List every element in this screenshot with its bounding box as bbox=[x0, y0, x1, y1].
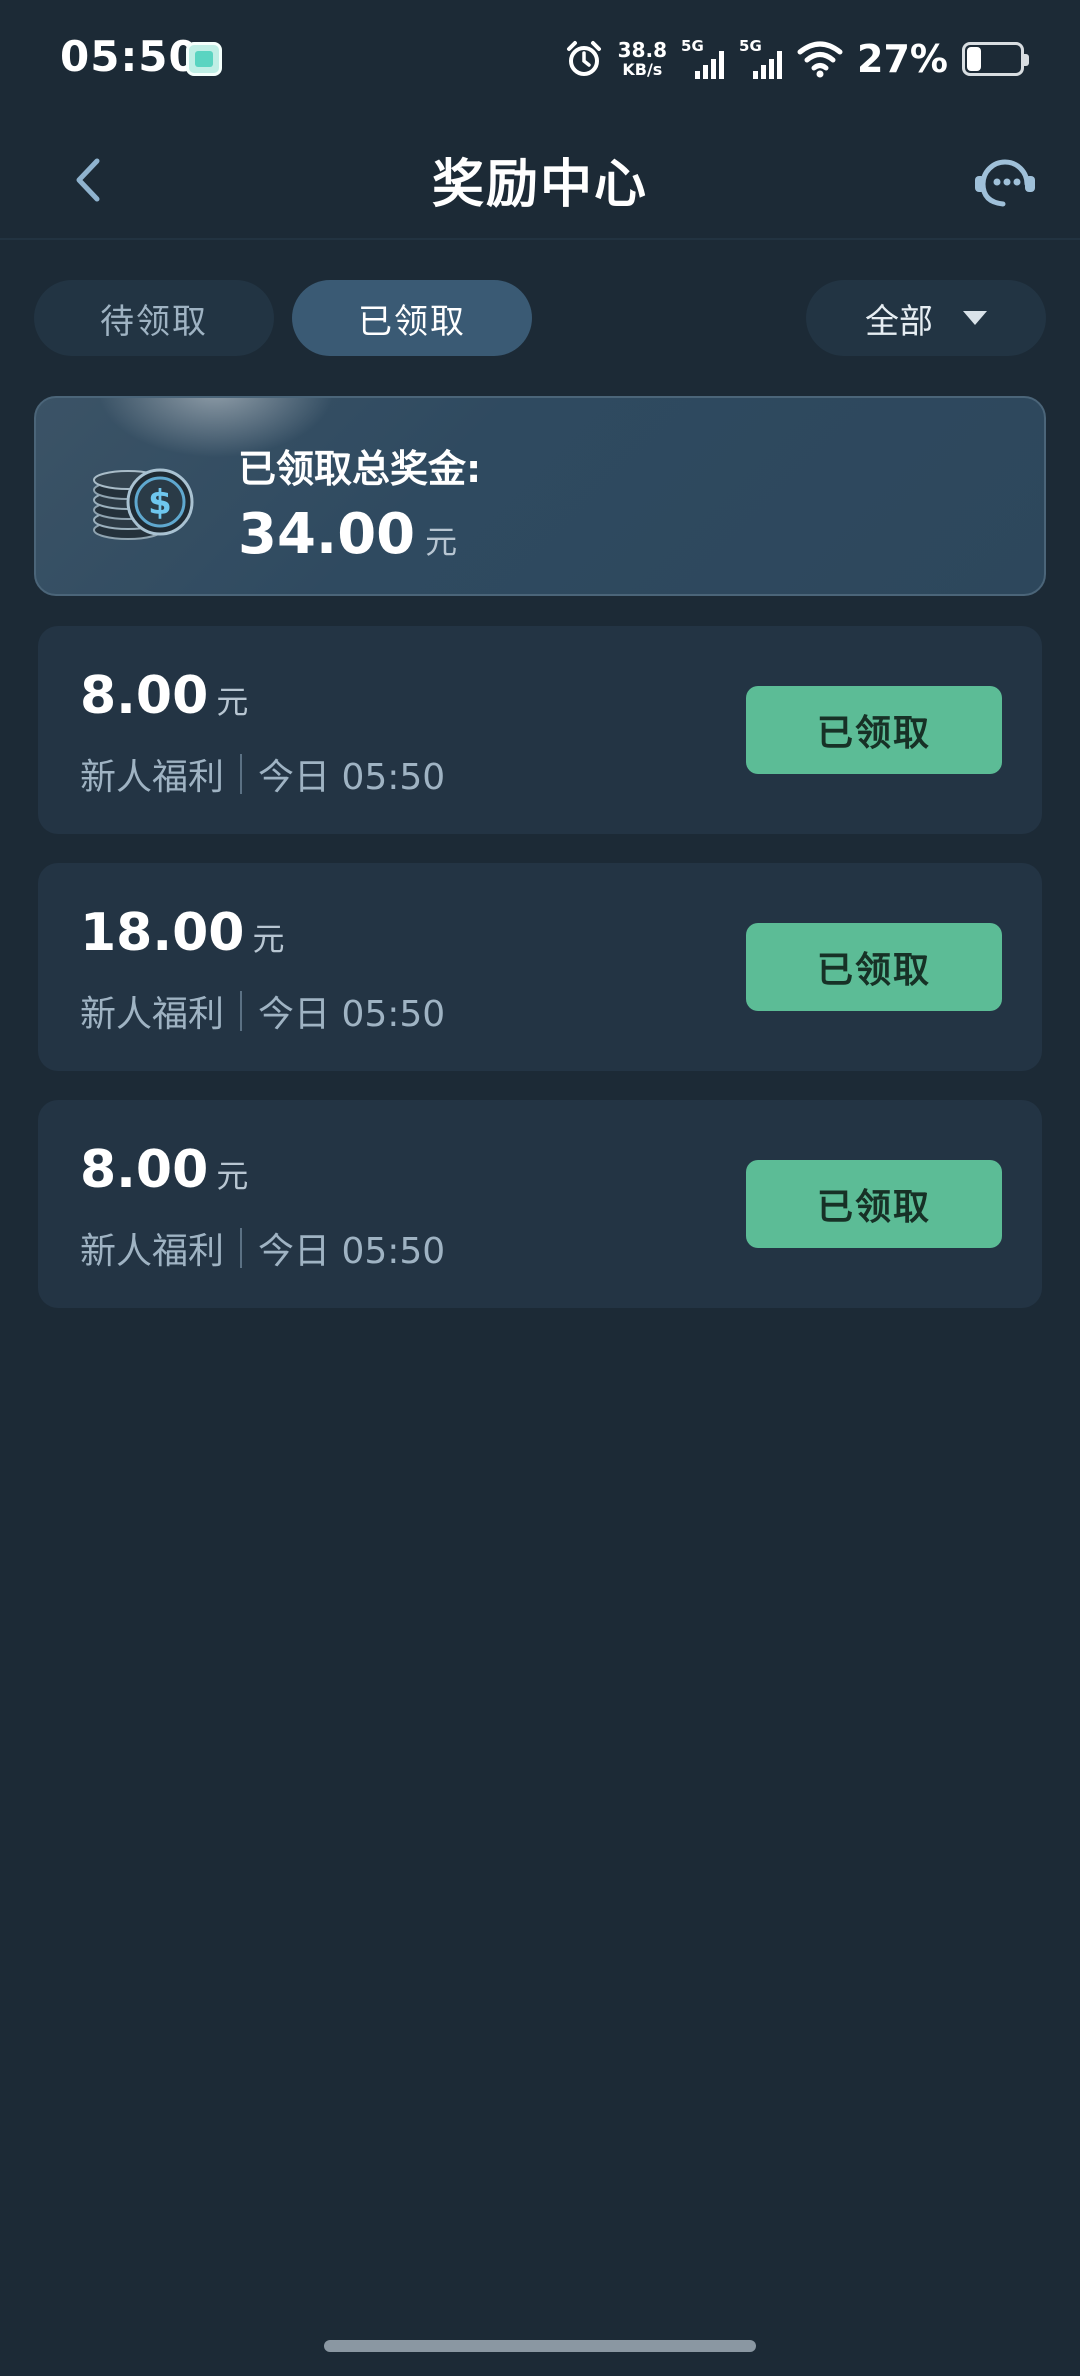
coins-stack-icon: $ bbox=[93, 468, 194, 540]
reward-amount: 18.00 元 bbox=[80, 903, 285, 963]
meta-divider bbox=[240, 1228, 243, 1268]
reward-source: 新人福利 bbox=[80, 757, 225, 798]
reward-amount-value: 8.00 bbox=[80, 1140, 209, 1200]
reward-amount-value: 8.00 bbox=[80, 666, 209, 726]
tab-claimed[interactable]: 已领取 bbox=[292, 280, 532, 356]
status-tabs: 待领取 已领取 bbox=[34, 280, 532, 356]
reward-source: 新人福利 bbox=[80, 1231, 225, 1272]
svg-text:$: $ bbox=[148, 483, 172, 523]
page-title: 奖励中心 bbox=[431, 155, 648, 215]
total-claimed-unit: 元 bbox=[425, 523, 458, 561]
claimed-button[interactable]: 已领取 bbox=[746, 686, 1002, 774]
reward-amount-unit: 元 bbox=[216, 1157, 249, 1195]
reward-amount-unit: 元 bbox=[252, 920, 285, 958]
signal-sim1-icon: 5G bbox=[681, 37, 725, 81]
signal-sim2-icon: 5G bbox=[739, 37, 783, 81]
app-notification-icon bbox=[186, 42, 222, 76]
claimed-button[interactable]: 已领取 bbox=[746, 923, 1002, 1011]
reward-center-screen: 05:50 38.8 KB/s 5G 5G 27% 奖励中心 待领取 已领取 全… bbox=[0, 0, 1080, 2376]
home-indicator[interactable] bbox=[324, 2340, 756, 2352]
filter-selected-label: 全部 bbox=[865, 301, 933, 342]
reward-amount-unit: 元 bbox=[216, 683, 249, 721]
meta-divider bbox=[240, 754, 243, 794]
claimed-button[interactable]: 已领取 bbox=[746, 1160, 1002, 1248]
reward-time: 今日 05:50 bbox=[258, 757, 446, 798]
status-icons: 38.8 KB/s 5G 5G 27% bbox=[564, 34, 1029, 84]
reward-amount-value: 18.00 bbox=[80, 903, 245, 963]
reward-source: 新人福利 bbox=[80, 994, 225, 1035]
tab-pending[interactable]: 待领取 bbox=[34, 280, 274, 356]
reward-item: 18.00 元 新人福利 今日 05:50 已领取 bbox=[38, 863, 1042, 1071]
customer-service-icon bbox=[975, 159, 1035, 207]
network-speed-unit: KB/s bbox=[622, 60, 663, 79]
wifi-icon bbox=[797, 40, 843, 78]
filter-dropdown[interactable]: 全部 bbox=[806, 280, 1046, 356]
total-claimed-amount: 34.00 元 bbox=[238, 502, 457, 567]
total-claimed-value: 34.00 bbox=[238, 502, 416, 567]
total-claimed-label: 已领取总奖金: bbox=[238, 447, 482, 491]
network-speed-value: 38.8 bbox=[617, 38, 668, 62]
meta-divider bbox=[240, 991, 243, 1031]
battery-icon bbox=[962, 42, 1029, 76]
reward-meta: 新人福利 今日 05:50 bbox=[80, 985, 445, 1037]
status-bar: 05:50 38.8 KB/s 5G 5G 27% bbox=[0, 0, 1080, 120]
reward-list: 8.00 元 新人福利 今日 05:50 已领取 18.00 元 新人福利 今日… bbox=[38, 626, 1042, 1337]
reward-amount: 8.00 元 bbox=[80, 1140, 248, 1200]
reward-item: 8.00 元 新人福利 今日 05:50 已领取 bbox=[38, 626, 1042, 834]
network-speed: 38.8 KB/s bbox=[618, 40, 667, 78]
reward-meta: 新人福利 今日 05:50 bbox=[80, 748, 445, 800]
battery-percent: 27% bbox=[857, 37, 948, 81]
reward-time: 今日 05:50 bbox=[258, 994, 446, 1035]
reward-item: 8.00 元 新人福利 今日 05:50 已领取 bbox=[38, 1100, 1042, 1308]
reward-time: 今日 05:50 bbox=[258, 1231, 446, 1272]
status-time: 05:50 bbox=[60, 32, 199, 81]
customer-service-button[interactable] bbox=[970, 148, 1040, 212]
caret-down-icon bbox=[963, 311, 987, 325]
reward-amount: 8.00 元 bbox=[80, 666, 248, 726]
header: 奖励中心 bbox=[0, 120, 1080, 240]
total-claimed-card: $ 已领取总奖金: 34.00 元 bbox=[34, 396, 1046, 596]
alarm-icon bbox=[564, 39, 604, 79]
reward-meta: 新人福利 今日 05:50 bbox=[80, 1222, 445, 1274]
